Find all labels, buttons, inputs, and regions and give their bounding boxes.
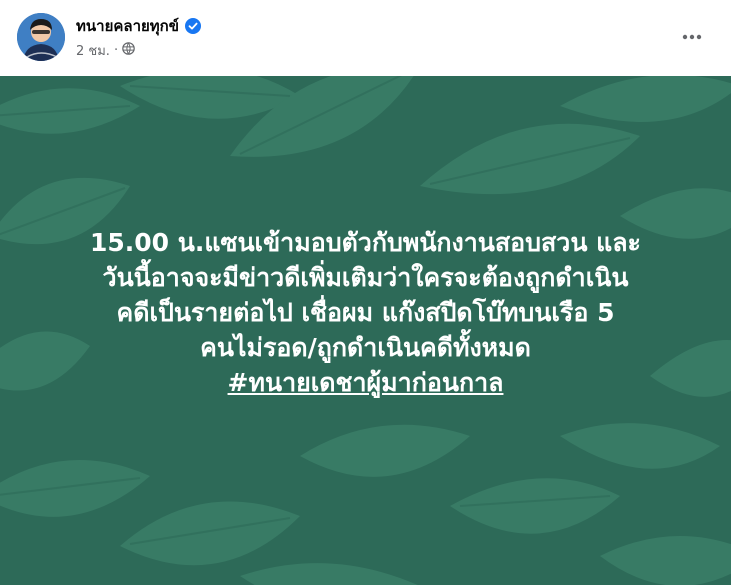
author-row: ทนายคลายทุกข์ [76, 14, 202, 38]
globe-icon [122, 42, 135, 59]
hashtag-link[interactable]: #ทนายเดชาผู้มาก่อนกาล [0, 365, 731, 400]
post-meta: 2 ชม. · [76, 40, 135, 61]
post-time[interactable]: 2 ชม. [76, 40, 110, 61]
post-image[interactable]: 15.00 น.แซนเข้ามอบตัวกับพนักงานสอบสวน แล… [0, 76, 731, 585]
post-text-line: คนไม่รอด/ถูกดำเนินคดีทั้งหมด [200, 333, 531, 362]
more-dots-icon [682, 34, 702, 40]
more-options-button[interactable] [677, 22, 707, 52]
author-name[interactable]: ทนายคลายทุกข์ [76, 14, 179, 38]
post-text-line: คดีเป็นรายต่อไป เชื่อผม แก๊งสปีดโบ๊ทบนเร… [116, 298, 615, 327]
verified-badge-icon [185, 18, 202, 34]
post-text-line: 15.00 น.แซนเข้ามอบตัวกับพนักงานสอบสวน แล… [90, 228, 641, 257]
post-text: 15.00 น.แซนเข้ามอบตัวกับพนักงานสอบสวน แล… [0, 225, 731, 400]
avatar-image [17, 13, 65, 61]
post-header: ทนายคลายทุกข์ 2 ชม. · [0, 0, 731, 76]
post-text-line: วันนี้อาจจะมีข่าวดีเพิ่มเติมว่าใครจะต้อง… [102, 263, 629, 292]
meta-separator: · [113, 43, 119, 58]
avatar[interactable] [17, 13, 65, 61]
